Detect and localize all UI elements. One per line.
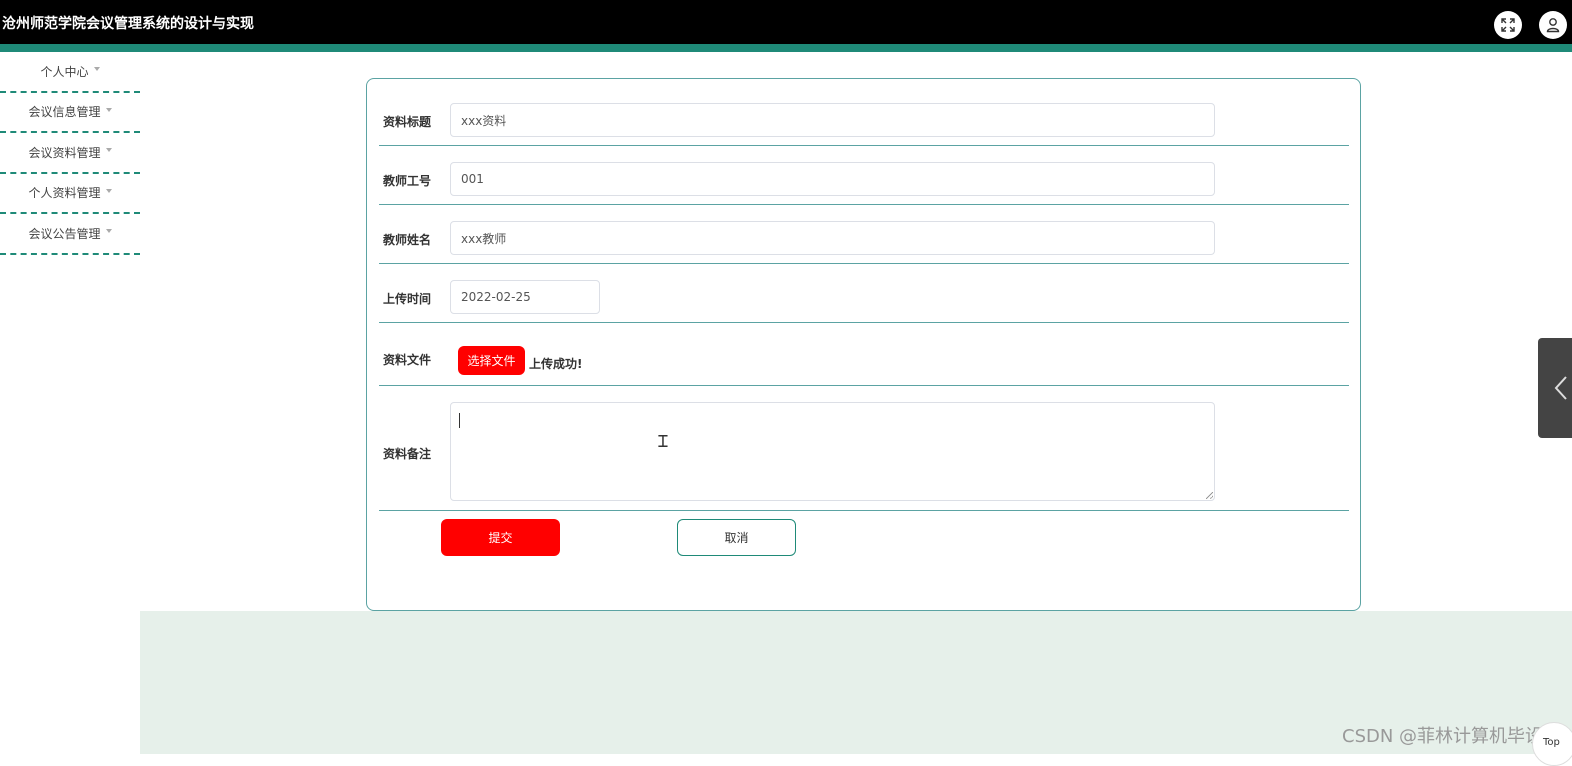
sidebar-item-personal-center[interactable]: 个人中心 xyxy=(0,52,140,93)
title-input[interactable]: xxx资料 xyxy=(450,103,1215,137)
caret-down-icon xyxy=(105,229,112,234)
remark-label: 资料备注 xyxy=(383,447,432,461)
sidebar-item-meeting-announcements[interactable]: 会议公告管理 xyxy=(0,214,140,255)
caret-down-icon xyxy=(93,67,100,72)
app-title: 沧州师范学院会议管理系统的设计与实现 xyxy=(2,16,254,32)
choose-file-button[interactable]: 选择文件 xyxy=(458,346,525,375)
upload-time-label: 上传时间 xyxy=(383,292,432,306)
form-row-teacher-id: 教师工号 001 xyxy=(379,146,1349,205)
sidebar-item-label: 个人资料管理 xyxy=(28,186,101,201)
upload-status-text: 上传成功! xyxy=(529,357,583,371)
upload-time-date-picker[interactable]: 2022-02-25 xyxy=(450,280,600,314)
material-form: 资料标题 xxx资料 教师工号 001 教师姓名 xxx教师 上传时间 2022… xyxy=(366,78,1361,611)
side-panel-toggle[interactable] xyxy=(1538,338,1572,438)
caret-down-icon xyxy=(105,107,112,112)
teacher-name-input[interactable]: xxx教师 xyxy=(450,221,1215,255)
file-label: 资料文件 xyxy=(383,353,432,367)
top-bar: 沧州师范学院会议管理系统的设计与实现 xyxy=(0,0,1572,44)
sidebar-item-meeting-info[interactable]: 会议信息管理 xyxy=(0,93,140,133)
fullscreen-button[interactable] xyxy=(1494,11,1522,39)
sidebar-item-label: 个人中心 xyxy=(40,64,89,79)
form-row-file: 资料文件 选择文件 上传成功! xyxy=(379,323,1349,386)
form-row-teacher-name: 教师姓名 xxx教师 xyxy=(379,205,1349,264)
form-row-upload-time: 上传时间 2022-02-25 xyxy=(379,264,1349,323)
form-row-remark: 资料备注 Ꮖ xyxy=(379,386,1349,511)
cancel-button[interactable]: 取消 xyxy=(677,519,796,556)
remark-textarea[interactable] xyxy=(450,402,1215,501)
sidebar: 个人中心 会议信息管理 会议资料管理 个人资料管理 会议公告管理 xyxy=(0,52,140,255)
teacher-name-label: 教师姓名 xyxy=(383,233,432,247)
sidebar-item-meeting-materials[interactable]: 会议资料管理 xyxy=(0,133,140,174)
user-button[interactable] xyxy=(1539,11,1567,39)
back-to-top-button[interactable]: Top xyxy=(1532,722,1572,766)
fullscreen-icon xyxy=(1501,18,1515,32)
sidebar-item-label: 会议公告管理 xyxy=(28,226,101,241)
title-label: 资料标题 xyxy=(383,115,432,129)
sidebar-item-label: 会议资料管理 xyxy=(28,145,101,160)
sidebar-item-personal-materials[interactable]: 个人资料管理 xyxy=(0,174,140,214)
teacher-id-label: 教师工号 xyxy=(383,174,432,188)
caret-down-icon xyxy=(105,148,112,153)
user-icon xyxy=(1546,18,1560,33)
sidebar-item-label: 会议信息管理 xyxy=(28,105,101,120)
form-row-title: 资料标题 xxx资料 xyxy=(379,79,1349,146)
submit-button[interactable]: 提交 xyxy=(441,519,560,556)
watermark: CSDN @菲林计算机毕设 xyxy=(1342,726,1544,747)
teacher-id-input[interactable]: 001 xyxy=(450,162,1215,196)
caret-down-icon xyxy=(105,188,112,193)
header-accent-strip xyxy=(0,44,1572,52)
chevron-left-icon xyxy=(1554,376,1567,400)
